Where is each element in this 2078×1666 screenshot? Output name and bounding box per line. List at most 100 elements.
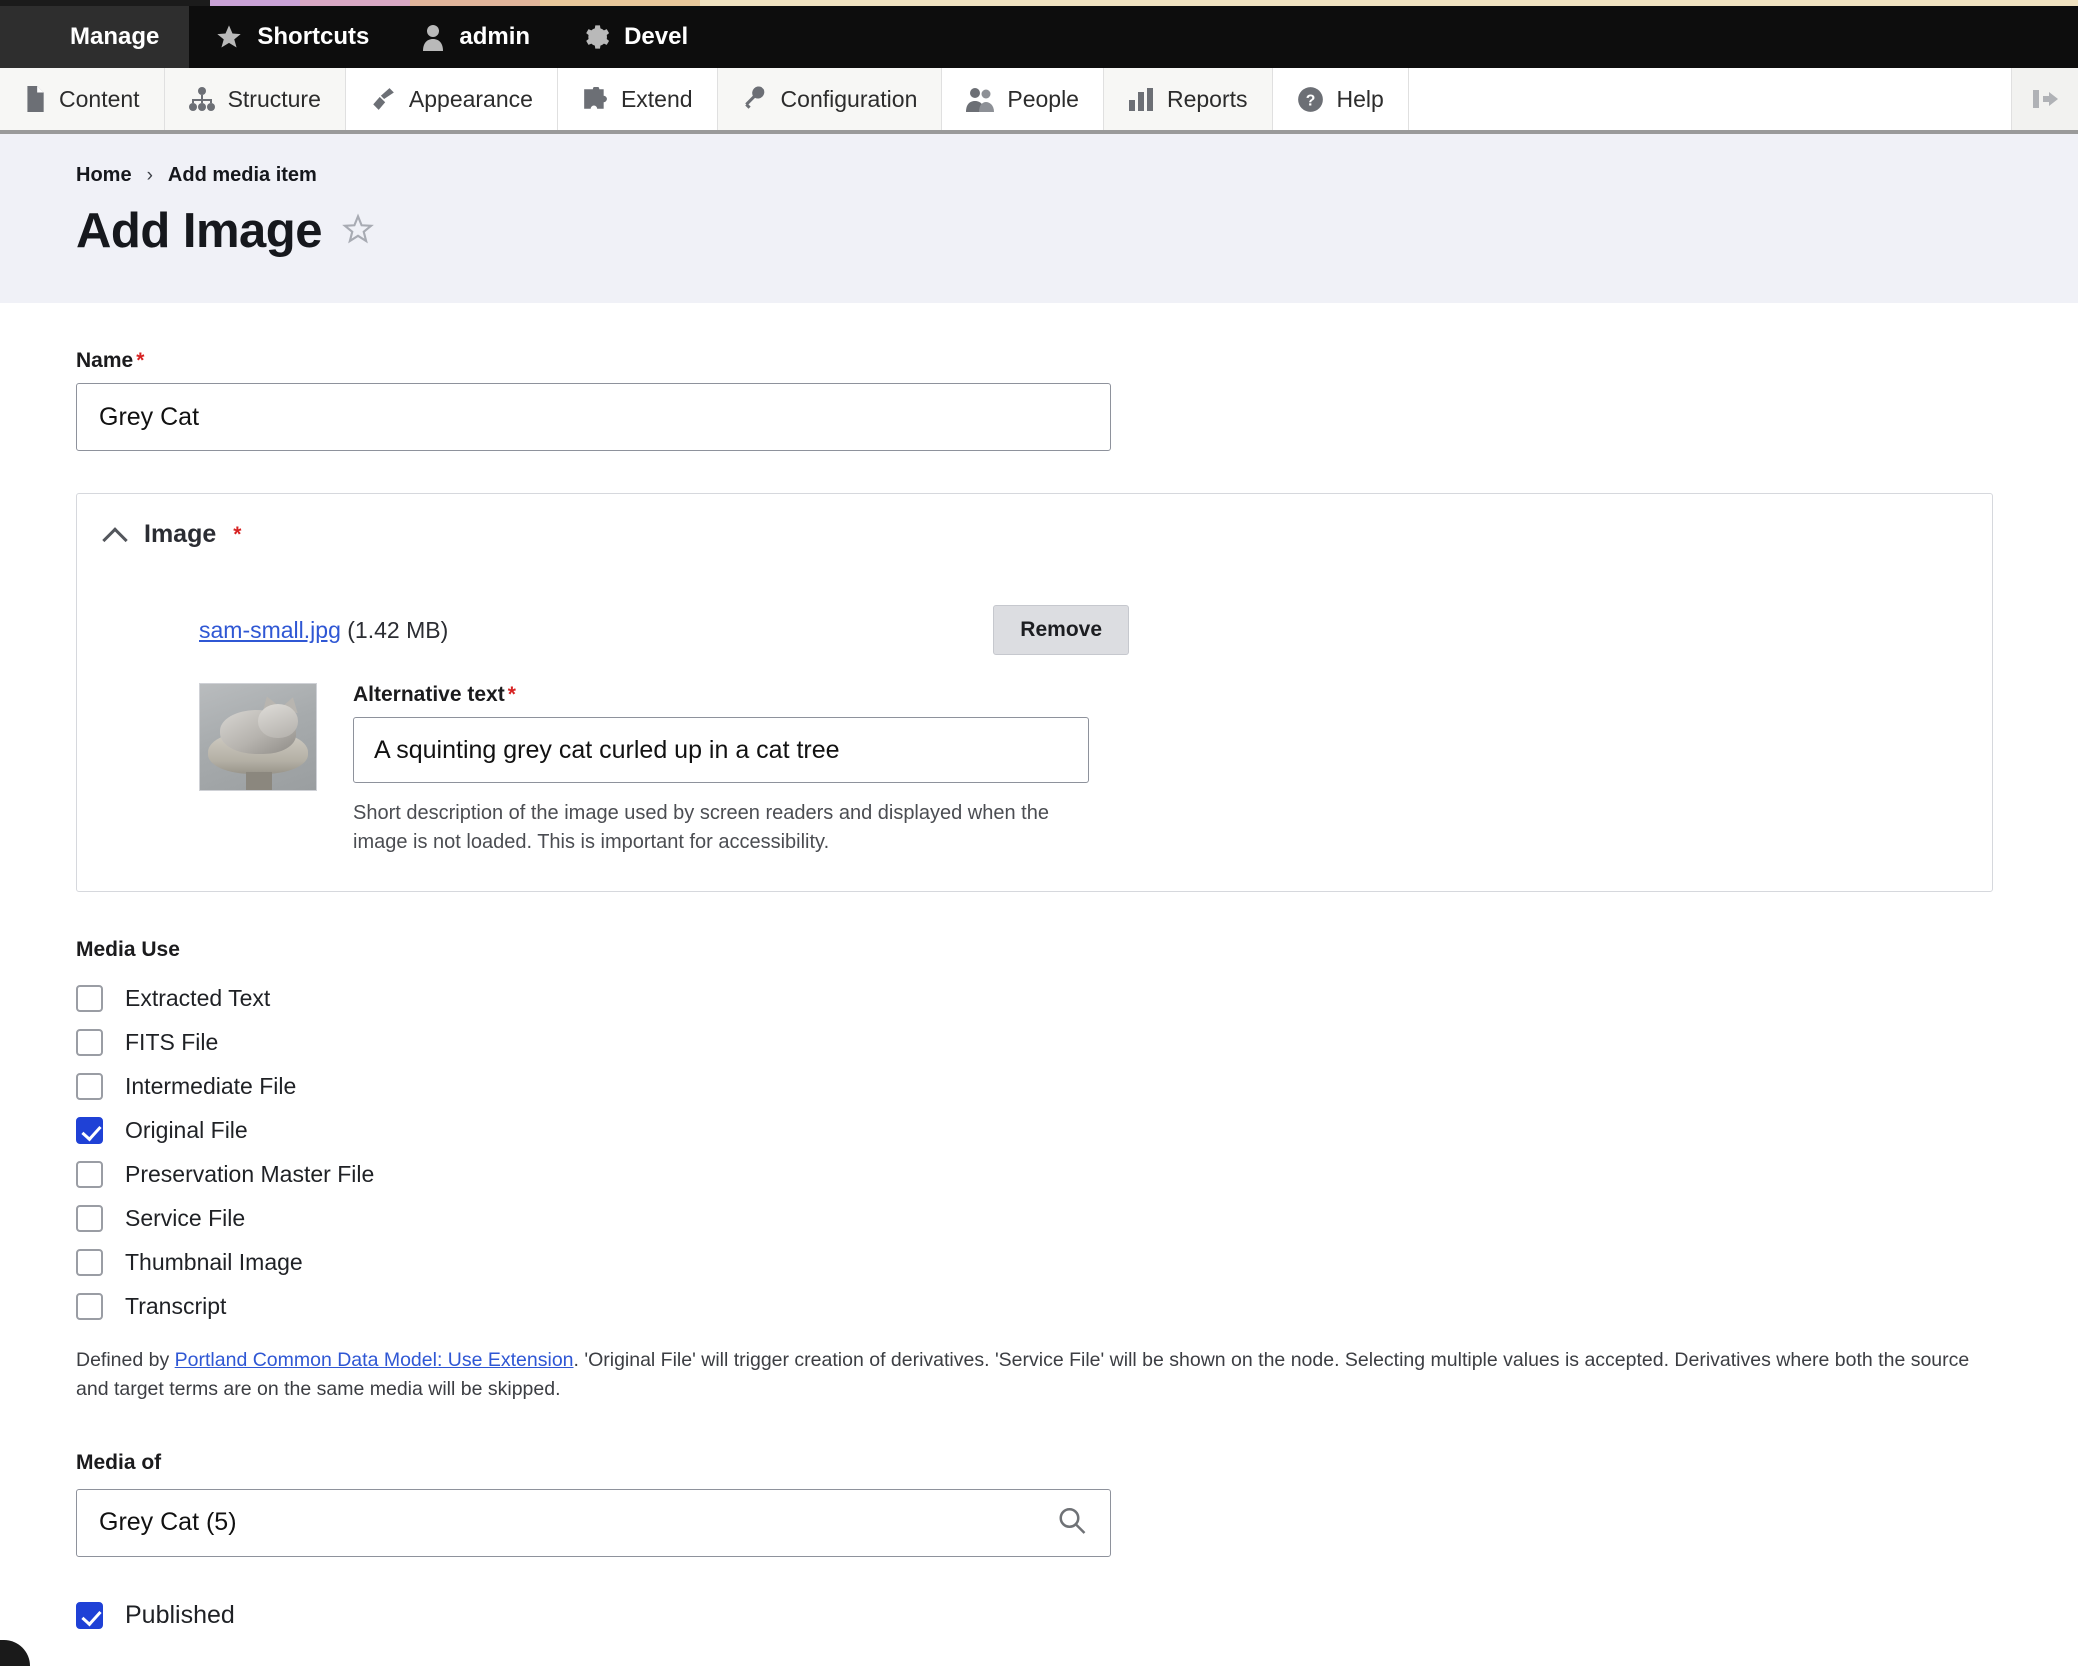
page-title: Add Image — [76, 204, 322, 258]
breadcrumb-item-current: Add media item — [167, 164, 317, 186]
pcdm-use-extension-link[interactable]: Portland Common Data Model: Use Extensio… — [175, 1349, 574, 1371]
published-row[interactable]: Published — [76, 1601, 2002, 1630]
breadcrumb-item-home[interactable]: Home — [76, 164, 132, 187]
menu-item-label: People — [1007, 85, 1079, 112]
file-info: sam-small.jpg (1.42 MB) — [199, 617, 448, 644]
toolbar-tab-label: Devel — [624, 23, 689, 50]
collapse-toolbar-icon — [2030, 87, 2060, 111]
menu-item-label: Structure — [227, 85, 321, 112]
checkbox-preservation-master-file[interactable] — [76, 1160, 103, 1188]
checkbox-row-thumbnail-image[interactable]: Thumbnail Image — [76, 1240, 2002, 1284]
menu-item-reports[interactable]: Reports — [1103, 68, 1273, 130]
remove-button[interactable]: Remove — [993, 605, 1129, 655]
checkbox-service-file[interactable] — [76, 1204, 103, 1232]
people-icon — [966, 86, 995, 112]
menu-item-configuration[interactable]: Configuration — [717, 68, 943, 130]
sitemap-icon — [188, 87, 215, 111]
checkbox-row-extracted-text[interactable]: Extracted Text — [76, 976, 2002, 1020]
question-circle-icon: ? — [1297, 86, 1324, 113]
file-size: (1.42 MB) — [347, 616, 449, 643]
toolbar-tab-label: Shortcuts — [257, 23, 370, 50]
alt-text-row: Alternative text* Short description of t… — [199, 683, 1992, 857]
image-fieldset-title: Image — [144, 520, 217, 548]
checkbox-intermediate-file[interactable] — [76, 1072, 103, 1100]
checkbox-transcript[interactable] — [76, 1292, 103, 1320]
breadcrumb-separator-icon: › — [146, 164, 153, 186]
menu-item-structure[interactable]: Structure — [164, 68, 346, 130]
chevron-up-icon[interactable] — [105, 528, 127, 541]
checkbox-thumbnail-image[interactable] — [76, 1248, 103, 1276]
menu-item-content[interactable]: Content — [0, 68, 165, 130]
media-use-description: Defined by Portland Common Data Model: U… — [76, 1346, 2002, 1405]
checkbox-label: Intermediate File — [125, 1072, 297, 1099]
form-content: Name* Image * sam-small.jpg (1.42 MB) Re… — [0, 303, 2078, 1630]
menu-spacer — [1408, 68, 2012, 130]
menu-item-label: Configuration — [780, 85, 918, 112]
media-of-field-group — [76, 1488, 1111, 1557]
menu-item-label: Help — [1336, 85, 1384, 112]
checkbox-row-transcript[interactable]: Transcript — [76, 1284, 2002, 1328]
collapse-toolbar-button[interactable] — [2012, 68, 2078, 130]
page-header: Home › Add media item Add Image — [0, 134, 2078, 303]
checkbox-fits-file[interactable] — [76, 1028, 103, 1056]
bar-chart-icon — [1128, 87, 1154, 111]
toolbar-tab-label: Manage — [70, 23, 160, 50]
checkbox-label: FITS File — [125, 1028, 219, 1055]
required-marker: * — [136, 349, 145, 372]
image-fieldset: Image * sam-small.jpg (1.42 MB) Remove A… — [76, 493, 1993, 892]
gear-icon — [582, 23, 610, 51]
media-of-label: Media of — [76, 1450, 162, 1474]
search-icon[interactable] — [1057, 1505, 1087, 1540]
toolbar-tab-shortcuts[interactable]: Shortcuts — [189, 6, 395, 68]
name-field-label: Name * — [76, 349, 2002, 373]
checkbox-row-fits-file[interactable]: FITS File — [76, 1020, 2002, 1064]
checkbox-row-original-file[interactable]: Original File — [76, 1108, 2002, 1152]
checkbox-published[interactable] — [76, 1601, 103, 1629]
menu-item-label: Reports — [1166, 85, 1248, 112]
checkbox-label: Extracted Text — [125, 984, 271, 1011]
alt-text-description: Short description of the image used by s… — [353, 802, 1049, 853]
media-of-input[interactable] — [76, 1488, 1111, 1557]
menu-item-help[interactable]: ? Help — [1272, 68, 1409, 130]
puzzle-icon — [582, 87, 608, 111]
toolbar-tab-admin[interactable]: admin — [395, 6, 556, 68]
alt-text-column: Alternative text* Short description of t… — [353, 683, 1093, 857]
checkbox-original-file[interactable] — [76, 1116, 103, 1144]
menu-item-label: Extend — [620, 85, 693, 112]
star-outline-icon[interactable] — [342, 212, 374, 250]
checkbox-label: Preservation Master File — [125, 1160, 375, 1187]
toolbar-tab-devel[interactable]: Devel — [556, 6, 714, 68]
admin-menu-bar: Content Structure Appearance Extend Conf… — [0, 68, 2078, 134]
checkbox-row-preservation-master-file[interactable]: Preservation Master File — [76, 1152, 2002, 1196]
checkbox-row-service-file[interactable]: Service File — [76, 1196, 2002, 1240]
toolbar-tab-label: admin — [459, 23, 531, 50]
menu-item-people[interactable]: People — [942, 68, 1104, 130]
published-label: Published — [125, 1600, 235, 1629]
page-title-row: Add Image — [76, 203, 2078, 259]
image-fieldset-legend[interactable]: Image * — [77, 520, 1992, 549]
wrench-icon — [742, 86, 768, 112]
cat-tree-post-shape — [246, 772, 272, 790]
name-input[interactable] — [76, 383, 1111, 451]
cat-head-shape — [258, 704, 298, 738]
menu-item-extend[interactable]: Extend — [557, 68, 718, 130]
file-link[interactable]: sam-small.jpg — [199, 617, 341, 643]
uploaded-file-row: sam-small.jpg (1.42 MB) Remove — [199, 605, 1129, 655]
star-icon — [215, 23, 243, 51]
alt-text-input[interactable] — [353, 717, 1089, 783]
paintbrush-icon — [370, 86, 396, 112]
breadcrumb: Home › Add media item — [76, 164, 2078, 187]
checkbox-extracted-text[interactable] — [76, 984, 103, 1012]
alt-text-label: Alternative text * — [353, 683, 1093, 707]
toolbar-tab-manage[interactable]: Manage — [0, 6, 190, 68]
name-label-text: Name — [76, 349, 134, 372]
svg-text:?: ? — [1305, 92, 1315, 109]
menu-item-appearance[interactable]: Appearance — [345, 68, 558, 130]
file-icon — [24, 86, 46, 112]
media-use-label: Media Use — [76, 938, 180, 961]
alt-text-label-text: Alternative text — [353, 683, 505, 706]
admin-toolbar: Manage Shortcuts admin Devel — [0, 6, 2078, 68]
checkbox-row-intermediate-file[interactable]: Intermediate File — [76, 1064, 2002, 1108]
checkbox-label: Original File — [125, 1116, 248, 1143]
name-field-group: Name * — [76, 349, 2002, 451]
